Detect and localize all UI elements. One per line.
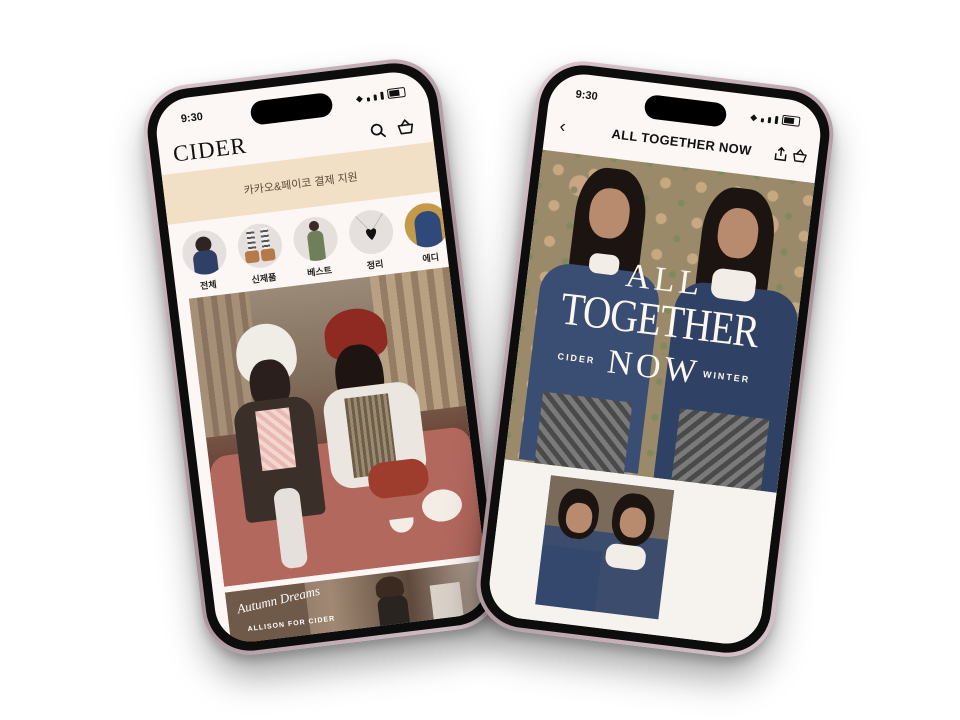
search-icon[interactable] [367, 119, 389, 141]
category-label: 베스트 [306, 265, 333, 279]
category-thumbnail [346, 207, 396, 257]
category-item-all[interactable]: 전체 [179, 228, 232, 294]
hero-banner[interactable] [188, 266, 485, 587]
signal-icon [366, 97, 371, 102]
campaign-thumbnail[interactable] [535, 475, 675, 620]
category-item-clearance[interactable]: 정리 [346, 207, 399, 273]
battery-icon [781, 114, 801, 127]
campaign-hero[interactable]: ALL TOGETHER NOW CIDER WINTER [504, 149, 815, 493]
phone-right: 9:30 ◆ ‹ ALL TOGETHER NOW ALL TOGETHER N… [471, 55, 839, 663]
brand-logo[interactable]: CIDER [172, 133, 249, 168]
category-thumbnail [235, 221, 285, 271]
status-time: 9:30 [180, 110, 204, 126]
category-thumbnail [291, 214, 341, 264]
category-item-best[interactable]: 베스트 [290, 214, 343, 280]
category-item-new[interactable]: 신제품 [234, 221, 287, 287]
basket-icon[interactable] [394, 116, 416, 138]
wifi-icon: ◆ [749, 111, 758, 123]
signal-icon [760, 118, 765, 123]
promo-text: 카카오&페이코 결제 지원 [243, 171, 359, 198]
dynamic-island [643, 93, 728, 128]
signal-icon [774, 115, 779, 125]
category-label: 정리 [366, 258, 384, 271]
status-icons: ◆ [750, 111, 801, 127]
phone-left: 9:30 ◆ CIDER 카카오&페이코 결제 지원 전체 신제품 베스트 정리… [138, 53, 506, 661]
signal-icon [767, 117, 772, 124]
category-label: 에디 [421, 252, 440, 264]
category-label: 신제품 [251, 272, 277, 285]
category-label: 전체 [199, 279, 218, 292]
status-icons: ◆ [355, 86, 406, 104]
battery-icon [386, 86, 406, 100]
signal-icon [380, 91, 385, 100]
status-time: 9:30 [574, 88, 599, 103]
wifi-icon: ◆ [355, 93, 364, 104]
category-thumbnail [179, 228, 229, 278]
basket-icon[interactable] [790, 148, 808, 169]
share-icon[interactable] [773, 146, 789, 167]
signal-icon [373, 94, 378, 101]
